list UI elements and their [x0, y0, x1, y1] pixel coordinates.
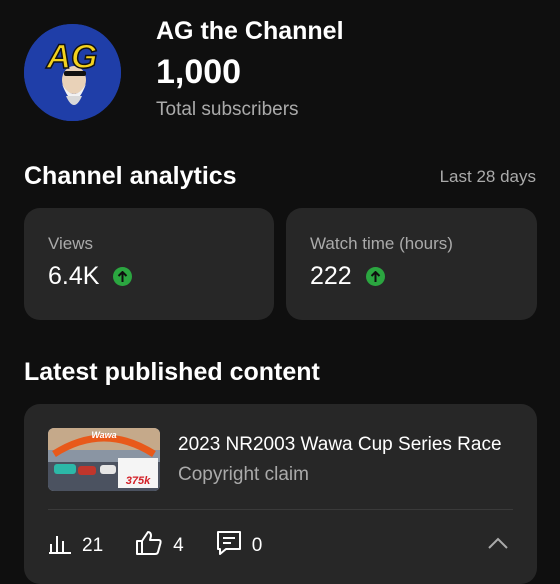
subscriber-label: Total subscribers	[156, 99, 299, 120]
svg-text:375k: 375k	[126, 475, 151, 487]
watch-time-label: Watch time (hours)	[310, 234, 453, 253]
video-title[interactable]: 2023 NR2003 Wawa Cup Series Race	[178, 434, 518, 456]
channel-name: AG the Channel	[156, 17, 344, 45]
latest-content-title: Latest published content	[24, 358, 320, 386]
trend-up-icon	[113, 267, 133, 286]
views-label: Views	[48, 234, 94, 253]
svg-text:AG: AG	[46, 38, 98, 76]
subscriber-count: 1,000	[156, 53, 242, 91]
comments-stat: 0	[216, 530, 263, 561]
chevron-up-icon[interactable]	[487, 536, 509, 555]
watch-time-card[interactable]: Watch time (hours) 222	[286, 208, 537, 320]
latest-content-card[interactable]: Wawa 375k 2023 NR2003 Wawa Cup Series Ra…	[24, 404, 537, 584]
channel-avatar[interactable]: AG	[24, 24, 121, 121]
watch-time-value: 222	[310, 262, 352, 290]
video-thumbnail[interactable]: Wawa 375k	[48, 428, 160, 491]
views-stat-value: 21	[82, 534, 104, 556]
comment-icon	[216, 530, 242, 561]
video-stats: 21 4 0	[48, 530, 294, 561]
views-card[interactable]: Views 6.4K	[24, 208, 274, 320]
video-status: Copyright claim	[178, 464, 309, 485]
thumbs-up-icon	[135, 530, 163, 561]
analytics-title: Channel analytics	[24, 162, 237, 190]
views-stat: 21	[48, 532, 103, 559]
trend-up-icon	[365, 267, 385, 286]
likes-stat: 4	[135, 530, 184, 561]
divider	[48, 509, 513, 510]
analytics-period[interactable]: Last 28 days	[440, 167, 536, 187]
bar-chart-icon	[48, 532, 72, 559]
svg-text:Wawa: Wawa	[91, 430, 116, 440]
likes-stat-value: 4	[173, 534, 184, 556]
views-value: 6.4K	[48, 262, 100, 290]
comments-stat-value: 0	[251, 534, 263, 556]
